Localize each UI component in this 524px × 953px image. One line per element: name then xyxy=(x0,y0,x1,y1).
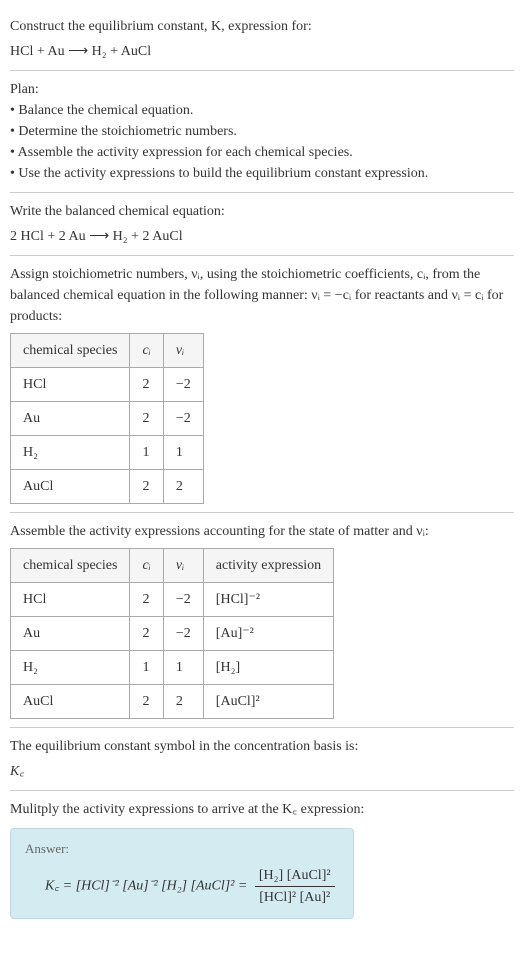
cell-c: 2 xyxy=(130,368,163,402)
answer-expression: K꜀ = [HCl]⁻² [Au]⁻² [H₂] [AuCl]² = [H₂] … xyxy=(25,865,339,908)
cell-v: 1 xyxy=(163,436,203,470)
plan-item: • Determine the stoichiometric numbers. xyxy=(10,121,514,142)
table-row: Au 2 −2 xyxy=(11,402,204,436)
cell-v: −2 xyxy=(163,368,203,402)
answer-section: Mulitply the activity expressions to arr… xyxy=(10,791,514,927)
fraction-numerator: [H₂] [AuCl]² xyxy=(255,865,335,887)
table-header-row: chemical species cᵢ νᵢ activity expressi… xyxy=(11,549,334,583)
cell-species: HCl xyxy=(11,368,130,402)
activity-section: Assemble the activity expressions accoun… xyxy=(10,513,514,728)
table-header: cᵢ xyxy=(130,334,163,368)
kc-symbol: K꜀ xyxy=(10,761,514,782)
fraction-denominator: [HCl]² [Au]² xyxy=(255,887,335,908)
cell-v: −2 xyxy=(163,617,203,651)
table-row: HCl 2 −2 [HCl]⁻² xyxy=(11,583,334,617)
plan-heading: Plan: xyxy=(10,79,514,100)
answer-fraction: [H₂] [AuCl]² [HCl]² [Au]² xyxy=(255,865,335,908)
table-row: H₂ 1 1 [H₂] xyxy=(11,651,334,685)
header-ci: cᵢ xyxy=(142,558,150,573)
table-header: νᵢ xyxy=(163,334,203,368)
header-vi: νᵢ xyxy=(176,558,184,573)
intro-section: Construct the equilibrium constant, K, e… xyxy=(10,8,514,71)
activity-table: chemical species cᵢ νᵢ activity expressi… xyxy=(10,548,334,719)
cell-c: 2 xyxy=(130,583,163,617)
kc-symbol-section: The equilibrium constant symbol in the c… xyxy=(10,728,514,791)
cell-species: AuCl xyxy=(11,470,130,504)
multiply-text: Mulitply the activity expressions to arr… xyxy=(10,799,514,820)
table-row: HCl 2 −2 xyxy=(11,368,204,402)
answer-label: Answer: xyxy=(25,839,339,859)
table-header: cᵢ xyxy=(130,549,163,583)
plan-section: Plan: • Balance the chemical equation. •… xyxy=(10,71,514,193)
cell-expr: [AuCl]² xyxy=(203,685,333,719)
cell-species: HCl xyxy=(11,583,130,617)
table-row: H₂ 1 1 xyxy=(11,436,204,470)
cell-c: 2 xyxy=(130,685,163,719)
cell-c: 1 xyxy=(130,436,163,470)
cell-species: H₂ xyxy=(11,651,130,685)
answer-box: Answer: K꜀ = [HCl]⁻² [Au]⁻² [H₂] [AuCl]²… xyxy=(10,828,354,919)
activity-heading: Assemble the activity expressions accoun… xyxy=(10,521,514,542)
table-header: chemical species xyxy=(11,549,130,583)
plan-item: • Assemble the activity expression for e… xyxy=(10,142,514,163)
cell-expr: [Au]⁻² xyxy=(203,617,333,651)
cell-species: Au xyxy=(11,402,130,436)
plan-item: • Balance the chemical equation. xyxy=(10,100,514,121)
table-header: νᵢ xyxy=(163,549,203,583)
cell-c: 2 xyxy=(130,470,163,504)
stoich-explanation: Assign stoichiometric numbers, νᵢ, using… xyxy=(10,264,514,327)
cell-v: 2 xyxy=(163,685,203,719)
table-row: AuCl 2 2 [AuCl]² xyxy=(11,685,334,719)
table-header: chemical species xyxy=(11,334,130,368)
intro-reaction: HCl + Au ⟶ H₂ + AuCl xyxy=(10,41,514,62)
table-row: AuCl 2 2 xyxy=(11,470,204,504)
kc-symbol-text: The equilibrium constant symbol in the c… xyxy=(10,736,514,757)
table-row: Au 2 −2 [Au]⁻² xyxy=(11,617,334,651)
cell-v: −2 xyxy=(163,402,203,436)
balanced-section: Write the balanced chemical equation: 2 … xyxy=(10,193,514,256)
cell-v: 2 xyxy=(163,470,203,504)
cell-expr: [HCl]⁻² xyxy=(203,583,333,617)
cell-species: H₂ xyxy=(11,436,130,470)
cell-expr: [H₂] xyxy=(203,651,333,685)
cell-c: 1 xyxy=(130,651,163,685)
answer-lhs: K꜀ = [HCl]⁻² [Au]⁻² [H₂] [AuCl]² = xyxy=(45,878,247,893)
header-ci: cᵢ xyxy=(142,343,150,358)
cell-species: Au xyxy=(11,617,130,651)
stoich-section: Assign stoichiometric numbers, νᵢ, using… xyxy=(10,256,514,513)
stoich-table: chemical species cᵢ νᵢ HCl 2 −2 Au 2 −2 … xyxy=(10,333,204,504)
balanced-reaction: 2 HCl + 2 Au ⟶ H₂ + 2 AuCl xyxy=(10,226,514,247)
balanced-heading: Write the balanced chemical equation: xyxy=(10,201,514,222)
cell-v: −2 xyxy=(163,583,203,617)
cell-species: AuCl xyxy=(11,685,130,719)
cell-v: 1 xyxy=(163,651,203,685)
table-header-row: chemical species cᵢ νᵢ xyxy=(11,334,204,368)
table-header: activity expression xyxy=(203,549,333,583)
cell-c: 2 xyxy=(130,402,163,436)
cell-c: 2 xyxy=(130,617,163,651)
header-vi: νᵢ xyxy=(176,343,184,358)
intro-line: Construct the equilibrium constant, K, e… xyxy=(10,16,514,37)
plan-item: • Use the activity expressions to build … xyxy=(10,163,514,184)
